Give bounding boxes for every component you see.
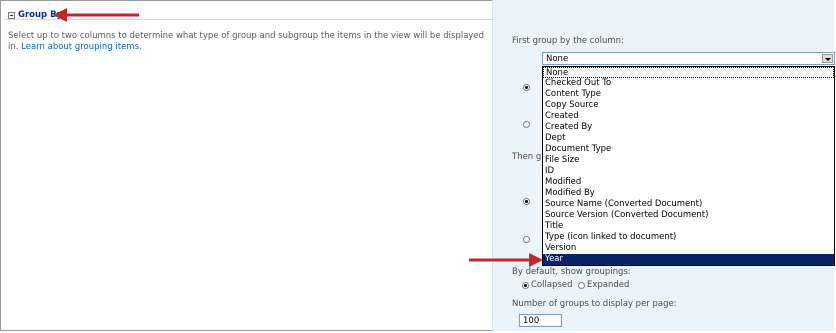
dropdown-option[interactable]: Modified By bbox=[543, 188, 834, 199]
dropdown-option-selected[interactable]: Year bbox=[543, 254, 834, 265]
default-groupings-label: By default, show groupings: bbox=[512, 267, 631, 277]
dropdown-option[interactable]: Modified bbox=[543, 177, 834, 188]
dropdown-option[interactable]: Copy Source bbox=[543, 100, 834, 111]
expanded-radio[interactable] bbox=[578, 282, 585, 289]
then-group-descending-radio[interactable] bbox=[523, 236, 530, 243]
groups-per-page-value: 100 bbox=[523, 316, 540, 326]
dropdown-option[interactable]: Title bbox=[543, 221, 834, 232]
dropdown-option[interactable]: Source Version (Converted Document) bbox=[543, 210, 834, 221]
then-group-label: Then g bbox=[512, 152, 542, 162]
dropdown-option[interactable]: Created By bbox=[543, 122, 834, 133]
collapsed-label: Collapsed bbox=[531, 280, 573, 290]
dropdown-option[interactable]: None bbox=[543, 67, 834, 78]
dropdown-option[interactable]: Version bbox=[543, 243, 834, 254]
collapsed-radio[interactable] bbox=[522, 282, 529, 289]
dropdown-option[interactable]: File Size bbox=[543, 155, 834, 166]
first-group-descending-radio[interactable] bbox=[523, 121, 530, 128]
select-value: None bbox=[546, 54, 569, 64]
collapse-toggle-icon[interactable] bbox=[8, 12, 15, 19]
pointer-arrow-icon bbox=[469, 253, 543, 267]
dropdown-option[interactable]: Type (icon linked to document) bbox=[543, 232, 834, 243]
then-group-ascending-radio[interactable] bbox=[523, 198, 530, 205]
pointer-arrow-icon bbox=[53, 8, 139, 22]
dropdown-option[interactable]: Content Type bbox=[543, 89, 834, 100]
dropdown-option[interactable]: Source Name (Converted Document) bbox=[543, 199, 834, 210]
groups-per-page-input[interactable]: 100 bbox=[519, 314, 562, 327]
column-dropdown-list[interactable]: None Checked Out To Content Type Copy So… bbox=[542, 66, 835, 266]
first-group-select[interactable]: None bbox=[542, 52, 835, 65]
learn-about-grouping-link[interactable]: Learn about grouping items. bbox=[21, 42, 142, 52]
first-group-ascending-radio[interactable] bbox=[523, 84, 530, 91]
dropdown-option[interactable]: Document Type bbox=[543, 144, 834, 155]
section-header: Group By bbox=[4, 2, 493, 22]
dropdown-option[interactable]: ID bbox=[543, 166, 834, 177]
first-group-label: First group by the column: bbox=[512, 36, 624, 46]
dropdown-option[interactable]: Checked Out To bbox=[543, 78, 834, 89]
dropdown-option[interactable]: Dept bbox=[543, 133, 834, 144]
groups-per-page-label: Number of groups to display per page: bbox=[512, 299, 677, 309]
dropdown-option[interactable]: Created bbox=[543, 111, 834, 122]
dropdown-arrow-icon[interactable] bbox=[822, 54, 833, 63]
section-description: Select up to two columns to determine wh… bbox=[8, 31, 493, 53]
expanded-label: Expanded bbox=[587, 280, 630, 290]
